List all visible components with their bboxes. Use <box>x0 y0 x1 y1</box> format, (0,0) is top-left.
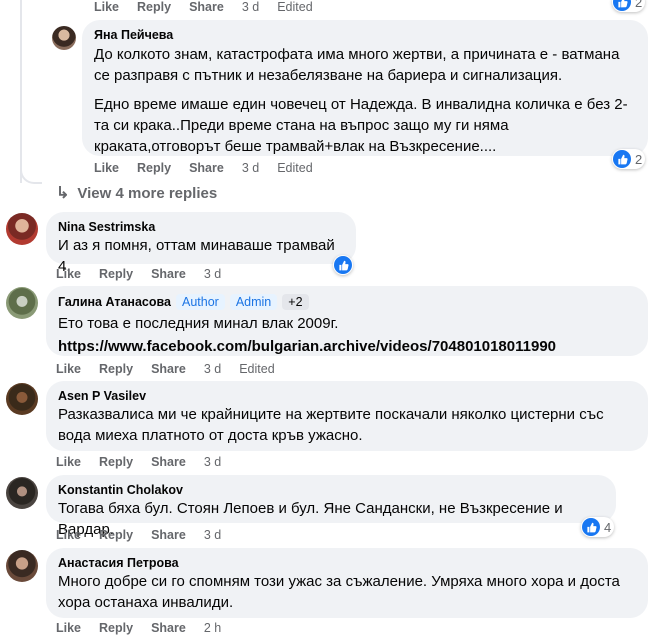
like-button[interactable]: Like <box>56 528 81 542</box>
timestamp[interactable]: 3 d <box>204 362 221 376</box>
share-button[interactable]: Share <box>189 0 224 14</box>
edited-label: Edited <box>277 161 313 175</box>
like-button[interactable]: Like <box>94 161 119 175</box>
comment-author-row: Галина Атанасова Author Admin +2 <box>58 294 636 310</box>
reaction-count-badge[interactable]: 2 <box>612 149 646 169</box>
comment-author[interactable]: Яна Пейчева <box>94 28 636 42</box>
share-button[interactable]: Share <box>151 267 186 281</box>
timestamp[interactable]: 3 d <box>204 528 221 542</box>
reaction-count-badge[interactable]: 2 <box>612 0 646 12</box>
comment-actions: Like Reply Share 3 d <box>56 528 239 542</box>
more-badges-count[interactable]: +2 <box>282 294 309 310</box>
avatar[interactable] <box>6 477 38 509</box>
comment-author[interactable]: Анастасия Петрова <box>58 556 636 570</box>
avatar[interactable] <box>6 383 38 415</box>
comment-author[interactable]: Asen P Vasilev <box>58 389 636 403</box>
share-button[interactable]: Share <box>151 528 186 542</box>
reaction-count-badge[interactable]: 4 <box>581 517 615 537</box>
comment-bubble: Галина Атанасова Author Admin +2 Ето тов… <box>46 286 648 356</box>
share-button[interactable]: Share <box>189 161 224 175</box>
comment-author[interactable]: Nina Sestrimska <box>58 220 344 234</box>
reply-thread-line <box>20 0 22 183</box>
like-icon <box>613 0 631 11</box>
like-button[interactable]: Like <box>56 455 81 469</box>
like-icon <box>582 518 600 536</box>
reply-arrow-icon: ↳ <box>56 185 70 202</box>
edited-label: Edited <box>277 0 313 14</box>
reaction-count: 4 <box>604 519 612 535</box>
comment-actions: Like Reply Share 3 d Edited <box>94 161 313 175</box>
comment-bubble: Яна Пейчева До колкото знам, катастрофат… <box>82 20 648 156</box>
reply-button[interactable]: Reply <box>137 161 171 175</box>
reaction-count: 2 <box>635 151 643 167</box>
share-button[interactable]: Share <box>151 455 186 469</box>
timestamp[interactable]: 3 d <box>204 455 221 469</box>
timestamp[interactable]: 2 h <box>204 621 221 635</box>
like-icon <box>613 150 631 168</box>
like-button[interactable]: Like <box>94 0 119 14</box>
comment-actions: Like Reply Share 3 d <box>56 455 239 469</box>
comment-text: Разказвалиса ми че крайниците на жертвит… <box>58 406 604 444</box>
comment-text: До колкото знам, катастрофата има много … <box>94 46 620 84</box>
like-icon <box>334 256 352 274</box>
admin-badge: Admin <box>229 294 278 310</box>
comment-actions: Like Reply Share 2 h <box>56 621 239 635</box>
comment-actions: Like Reply Share 3 d <box>56 267 239 281</box>
comment-bubble: Asen P Vasilev Разказвалиса ми че крайни… <box>46 381 648 451</box>
share-button[interactable]: Share <box>151 621 186 635</box>
video-link[interactable]: https://www.facebook.com/bulgarian.archi… <box>58 336 636 357</box>
comment-bubble: Konstantin Cholakov Тогава бяха бул. Сто… <box>46 475 616 538</box>
reply-button[interactable]: Reply <box>99 267 133 281</box>
reply-button[interactable]: Reply <box>99 621 133 635</box>
comment-text: Много добре си го спомням този ужас за с… <box>58 573 620 611</box>
reply-button[interactable]: Reply <box>99 455 133 469</box>
reaction-badge[interactable] <box>333 255 353 275</box>
author-badge: Author <box>175 294 225 310</box>
like-button[interactable]: Like <box>56 267 81 281</box>
comment-author[interactable]: Konstantin Cholakov <box>58 483 604 497</box>
avatar[interactable] <box>6 550 38 582</box>
top-comment-actions: Like Reply Share 3 d Edited <box>94 0 313 14</box>
view-more-replies-label: View 4 more replies <box>77 184 218 202</box>
avatar[interactable] <box>6 213 38 245</box>
comment-text: Едно време имаше един човечец от Надежда… <box>94 96 628 155</box>
reply-button[interactable]: Reply <box>99 528 133 542</box>
view-more-replies-link[interactable]: ↳ View 4 more replies <box>56 183 217 203</box>
edited-label: Edited <box>239 362 275 376</box>
comment-actions: Like Reply Share 3 d Edited <box>56 362 275 376</box>
reaction-count: 2 <box>635 0 643 10</box>
like-button[interactable]: Like <box>56 621 81 635</box>
avatar[interactable] <box>6 287 38 319</box>
comment-text: Ето това е последния минал влак 2009г. <box>58 315 339 332</box>
reply-button[interactable]: Reply <box>137 0 171 14</box>
reply-button[interactable]: Reply <box>99 362 133 376</box>
timestamp[interactable]: 3 d <box>242 161 259 175</box>
like-button[interactable]: Like <box>56 362 81 376</box>
avatar[interactable] <box>52 26 76 50</box>
timestamp[interactable]: 3 d <box>204 267 221 281</box>
comment-bubble: Анастасия Петрова Много добре си го спом… <box>46 548 648 618</box>
reply-thread-curve <box>20 160 42 184</box>
timestamp[interactable]: 3 d <box>242 0 259 14</box>
share-button[interactable]: Share <box>151 362 186 376</box>
comment-author[interactable]: Галина Атанасова <box>58 295 171 309</box>
comment-bubble: Nina Sestrimska И аз я помня, оттам мина… <box>46 212 356 275</box>
